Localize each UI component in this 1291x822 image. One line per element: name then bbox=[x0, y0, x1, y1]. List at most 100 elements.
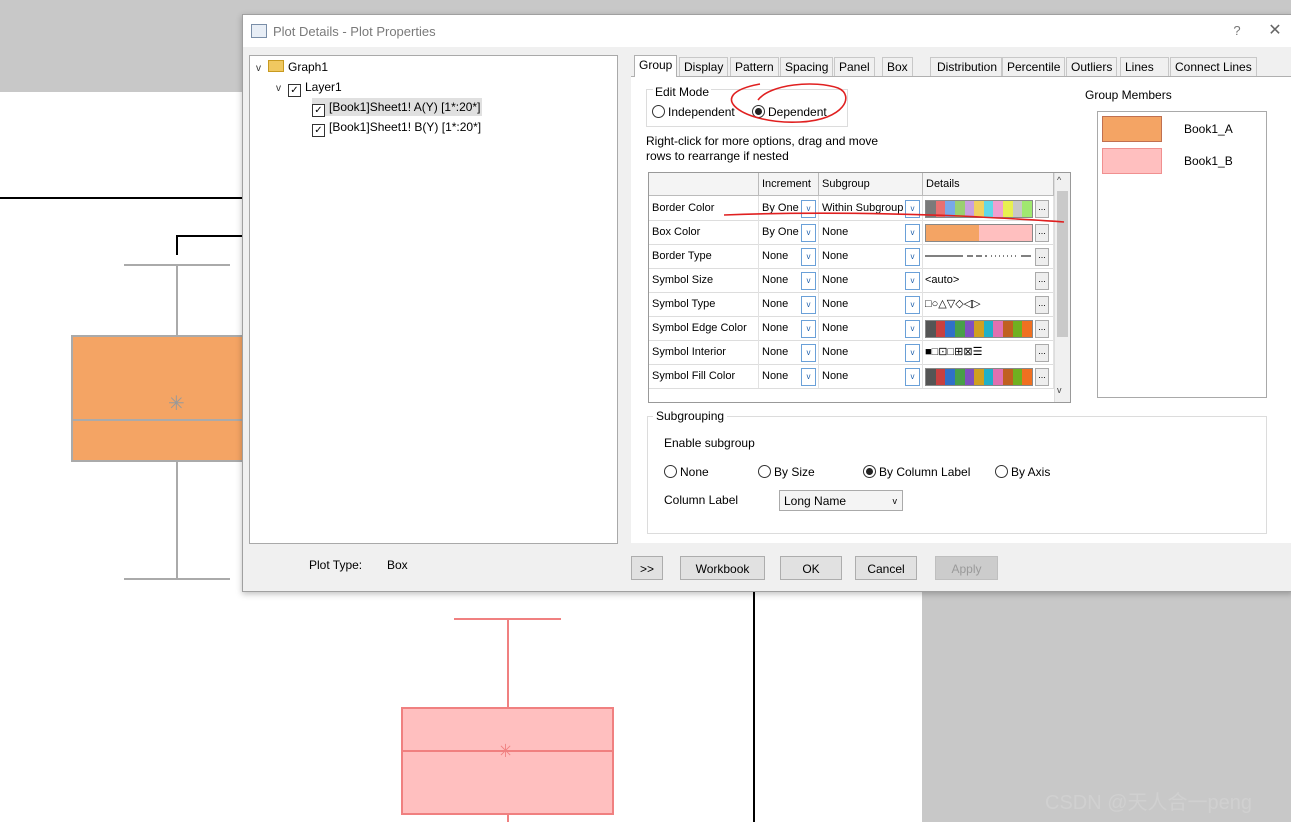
radio-icon[interactable] bbox=[664, 465, 677, 478]
scroll-down-icon[interactable]: v bbox=[1057, 385, 1062, 395]
details-cell[interactable]: ... bbox=[923, 196, 1054, 220]
chevron-down-icon[interactable]: v bbox=[801, 272, 816, 290]
ok-button[interactable]: OK bbox=[780, 556, 842, 580]
details-cell[interactable]: ... bbox=[923, 316, 1054, 340]
details-cell[interactable]: ... bbox=[923, 364, 1054, 388]
chevron-down-icon[interactable]: v bbox=[801, 344, 816, 362]
tree-node-plot-a[interactable]: ✓ [Book1]Sheet1! A(Y) [1*:20*] bbox=[312, 98, 483, 117]
subgroup-cell[interactable]: None v bbox=[819, 268, 923, 292]
details-cell[interactable]: ... bbox=[923, 244, 1054, 268]
grid-scrollbar[interactable]: ^ v bbox=[1054, 173, 1070, 402]
layer-checkbox[interactable]: ✓ bbox=[288, 84, 301, 97]
details-more-button[interactable]: ... bbox=[1035, 200, 1049, 218]
chevron-down-icon[interactable]: v bbox=[276, 80, 288, 98]
radio-icon[interactable] bbox=[758, 465, 771, 478]
chevron-down-icon[interactable]: v bbox=[801, 200, 816, 218]
details-more-button[interactable]: ... bbox=[1035, 248, 1049, 266]
increment-cell[interactable]: By One v bbox=[759, 196, 819, 220]
chevron-down-icon[interactable]: v bbox=[905, 224, 920, 242]
increment-cell[interactable]: None v bbox=[759, 364, 819, 388]
details-cell[interactable]: <auto>... bbox=[923, 268, 1054, 292]
details-more-button[interactable]: ... bbox=[1035, 272, 1049, 290]
subgroup-cell[interactable]: None v bbox=[819, 340, 923, 364]
tab-lines[interactable]: Lines bbox=[1120, 57, 1169, 76]
subgroup-cell[interactable]: None v bbox=[819, 364, 923, 388]
tree-node-layer[interactable]: v ✓ Layer1 bbox=[276, 78, 342, 98]
details-cell[interactable]: ... bbox=[923, 220, 1054, 244]
chevron-down-icon[interactable]: v bbox=[801, 248, 816, 266]
details-more-button[interactable]: ... bbox=[1035, 224, 1049, 242]
details-more-button[interactable]: ... bbox=[1035, 344, 1049, 362]
tab-group[interactable]: Group bbox=[634, 55, 678, 77]
tab-panel[interactable]: Panel bbox=[834, 57, 875, 76]
radio-dependent[interactable]: Dependent bbox=[752, 105, 827, 119]
radio-icon[interactable] bbox=[995, 465, 1008, 478]
title-bar[interactable]: Plot Details - Plot Properties ? ✕ bbox=[243, 15, 1291, 47]
increment-cell[interactable]: None v bbox=[759, 316, 819, 340]
increment-cell[interactable]: None v bbox=[759, 340, 819, 364]
increment-cell[interactable]: None v bbox=[759, 244, 819, 268]
chevron-down-icon[interactable]: v bbox=[905, 320, 920, 338]
chevron-down-icon[interactable]: v bbox=[801, 320, 816, 338]
tab-box[interactable]: Box bbox=[882, 57, 913, 76]
plot-a-checkbox[interactable]: ✓ bbox=[312, 104, 325, 117]
chevron-down-icon[interactable]: v bbox=[905, 296, 920, 314]
chevron-down-icon[interactable]: v bbox=[905, 272, 920, 290]
radio-selected-icon[interactable] bbox=[863, 465, 876, 478]
subgroup-cell[interactable]: None v bbox=[819, 244, 923, 268]
table-row[interactable]: Border Type None v None v... bbox=[649, 244, 1054, 269]
table-row[interactable]: Symbol Interior None v None v ■□⊡□⊞⊠☰... bbox=[649, 340, 1054, 365]
details-cell[interactable]: □○△▽◇◁▷... bbox=[923, 292, 1054, 316]
increment-cell[interactable]: None v bbox=[759, 292, 819, 316]
tab-outliers[interactable]: Outliers bbox=[1066, 57, 1118, 76]
workbook-button[interactable]: Workbook bbox=[680, 556, 765, 580]
increment-cell[interactable]: None v bbox=[759, 268, 819, 292]
table-row[interactable]: Box Color By One v None v... bbox=[649, 220, 1054, 245]
table-row[interactable]: Border Color By One v Within Subgroup v... bbox=[649, 196, 1054, 221]
details-more-button[interactable]: ... bbox=[1035, 296, 1049, 314]
tab-spacing[interactable]: Spacing bbox=[780, 57, 834, 76]
tree-node-graph[interactable]: v Graph1 bbox=[256, 58, 328, 76]
table-row[interactable]: Symbol Edge Color None v None v... bbox=[649, 316, 1054, 341]
tab-pattern[interactable]: Pattern bbox=[730, 57, 779, 76]
radio-sub-by-column-label[interactable]: By Column Label bbox=[863, 465, 970, 479]
column-label-select[interactable]: Long Name v bbox=[779, 490, 903, 511]
details-more-button[interactable]: ... bbox=[1035, 320, 1049, 338]
details-more-button[interactable]: ... bbox=[1035, 368, 1049, 386]
plot-b-checkbox[interactable]: ✓ bbox=[312, 124, 325, 137]
tab-connect-lines[interactable]: Connect Lines bbox=[1170, 57, 1257, 76]
chevron-down-icon[interactable]: v bbox=[905, 200, 920, 218]
scroll-thumb[interactable] bbox=[1057, 191, 1068, 337]
radio-selected-icon[interactable] bbox=[752, 105, 765, 118]
table-row[interactable]: Symbol Fill Color None v None v... bbox=[649, 364, 1054, 389]
table-row[interactable]: Symbol Type None v None v □○△▽◇◁▷... bbox=[649, 292, 1054, 317]
apply-button[interactable]: Apply bbox=[935, 556, 998, 580]
group-increment-grid[interactable]: Increment Subgroup Details Border Color B… bbox=[648, 172, 1071, 403]
cancel-button[interactable]: Cancel bbox=[855, 556, 917, 580]
tree-node-plot-b[interactable]: ✓ [Book1]Sheet1! B(Y) [1*:20*] bbox=[312, 118, 481, 137]
radio-sub-by-size[interactable]: By Size bbox=[758, 465, 815, 479]
chevron-down-icon[interactable]: v bbox=[801, 296, 816, 314]
chevron-down-icon[interactable]: v bbox=[801, 224, 816, 242]
chevron-down-icon[interactable]: v bbox=[801, 368, 816, 386]
radio-icon[interactable] bbox=[652, 105, 665, 118]
tab-percentile[interactable]: Percentile bbox=[1002, 57, 1066, 76]
chevron-down-icon[interactable]: v bbox=[905, 248, 920, 266]
details-cell[interactable]: ■□⊡□⊞⊠☰... bbox=[923, 340, 1054, 364]
table-row[interactable]: Symbol Size None v None v <auto>... bbox=[649, 268, 1054, 293]
radio-sub-none[interactable]: None bbox=[664, 465, 709, 479]
tab-display[interactable]: Display bbox=[679, 57, 729, 76]
chevron-down-icon[interactable]: v bbox=[905, 344, 920, 362]
radio-independent[interactable]: Independent bbox=[652, 105, 735, 119]
scroll-up-icon[interactable]: ^ bbox=[1057, 175, 1061, 185]
subgroup-cell[interactable]: None v bbox=[819, 316, 923, 340]
expand-button[interactable]: >> bbox=[631, 556, 663, 580]
subgroup-cell[interactable]: Within Subgroup v bbox=[819, 196, 923, 220]
chevron-down-icon[interactable]: v bbox=[905, 368, 920, 386]
close-button[interactable]: ✕ bbox=[1265, 21, 1285, 41]
chevron-down-icon[interactable]: v bbox=[256, 60, 268, 78]
tab-distribution[interactable]: Distribution bbox=[930, 57, 1003, 76]
help-button[interactable]: ? bbox=[1227, 21, 1247, 41]
radio-sub-by-axis[interactable]: By Axis bbox=[995, 465, 1050, 479]
subgroup-cell[interactable]: None v bbox=[819, 292, 923, 316]
